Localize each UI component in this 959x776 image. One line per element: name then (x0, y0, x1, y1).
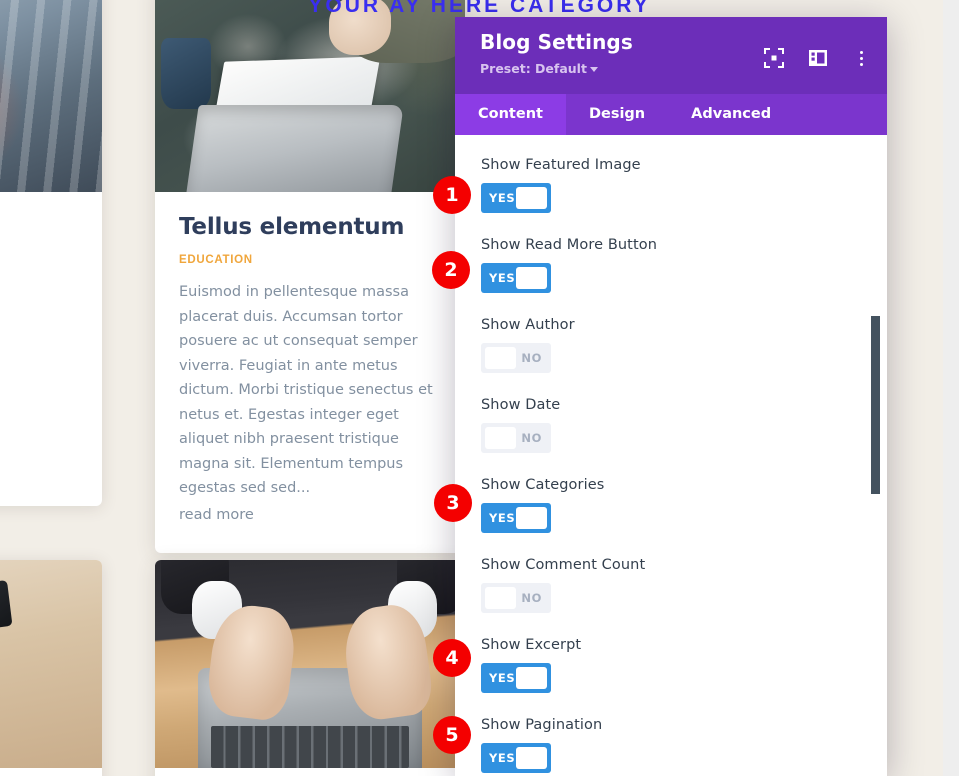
post-card-body: Tellus elementum EDUCATION Euismod in pe… (155, 192, 465, 553)
toggle-knob (516, 667, 547, 689)
field-show-comment-count: Show Comment Count NO (455, 557, 887, 613)
post-excerpt-line: dui id. Sem (0, 338, 84, 362)
toggle-value: YES (489, 271, 516, 285)
toggle-show-excerpt[interactable]: YES (481, 663, 551, 693)
blog-post-card-main-2[interactable] (155, 560, 465, 776)
annotation-badge-5: 5 (433, 716, 471, 754)
focus-icon[interactable] (763, 47, 785, 69)
field-label: Show Read More Button (481, 237, 658, 253)
post-title[interactable]: Tellus elementum (179, 214, 441, 240)
field-show-categories: Show Categories YES (455, 477, 887, 533)
toggle-knob (485, 347, 516, 369)
toggle-value: YES (489, 511, 516, 525)
field-show-pagination: Show Pagination YES (455, 717, 887, 773)
blog-post-card-main[interactable]: Tellus elementum EDUCATION Euismod in pe… (155, 0, 465, 553)
post-excerpt-line: a aliquet. (0, 290, 84, 314)
post-read-more-link[interactable]: read more (179, 503, 441, 528)
modal-tabs: Content Design Advanced (455, 94, 887, 135)
field-show-date: Show Date NO (455, 397, 887, 453)
blog-post-card-left-top[interactable]: ectetur mpor gna aliqua. a aliquet. ucib… (0, 0, 102, 506)
annotation-badge-2: 2 (432, 251, 470, 289)
toggle-show-categories[interactable]: YES (481, 503, 551, 533)
post-thumbnail[interactable] (0, 560, 102, 768)
field-label: Show Date (481, 397, 561, 413)
field-label: Show Categories (481, 477, 605, 493)
tab-design[interactable]: Design (566, 94, 668, 135)
toggle-knob (516, 267, 547, 289)
post-thumbnail[interactable] (155, 0, 465, 192)
chevron-down-icon (589, 67, 598, 72)
toggle-show-read-more-button[interactable]: YES (481, 263, 551, 293)
toggle-knob (485, 587, 516, 609)
post-excerpt-line: ucibus nisl. (0, 314, 84, 338)
writing-desk-photo (155, 0, 465, 192)
field-label: Show Pagination (481, 717, 603, 733)
blog-post-card-left-bottom[interactable] (0, 560, 102, 776)
toggle-value: YES (489, 191, 516, 205)
toggle-value: NO (521, 351, 542, 365)
toggle-knob (516, 507, 547, 529)
toggle-value: YES (489, 671, 516, 685)
layout-panel-icon[interactable] (807, 47, 829, 69)
annotation-badge-1: 1 (433, 176, 471, 214)
post-thumbnail[interactable] (0, 0, 102, 192)
modal-header: Blog Settings Preset: Default (455, 17, 887, 94)
tab-advanced[interactable]: Advanced (668, 94, 794, 135)
page-scrollbar[interactable] (943, 0, 959, 776)
field-show-featured-image: Show Featured Image YES (455, 157, 887, 213)
post-category[interactable]: EDUCATION (179, 254, 441, 266)
field-label: Show Author (481, 317, 575, 333)
laptop-phone-photo (0, 560, 102, 768)
post-excerpt-line: mpor (0, 242, 84, 266)
toggle-value: YES (489, 751, 516, 765)
field-label: Show Comment Count (481, 557, 646, 573)
kebab-menu-icon[interactable] (851, 47, 871, 69)
post-excerpt-line: ectetur (0, 218, 84, 242)
field-label: Show Excerpt (481, 637, 582, 653)
post-excerpt-line: gna aliqua. (0, 266, 84, 290)
toggle-value: NO (521, 591, 542, 605)
toggle-knob (516, 187, 547, 209)
field-show-excerpt: Show Excerpt YES (455, 637, 887, 693)
field-show-read-more-button: Show Read More Button YES (455, 237, 887, 293)
modal-body: Show Featured Image YES Show Read More B… (455, 135, 887, 776)
post-thumbnail[interactable] (155, 560, 465, 768)
post-excerpt: Euismod in pellentesque massa placerat d… (179, 284, 433, 496)
screenshot-root: YOUR AY HERE CATEGORY ectetur mpor gna a… (0, 0, 959, 776)
annotation-badge-3: 3 (434, 484, 472, 522)
field-show-author: Show Author NO (455, 317, 887, 373)
annotation-badge-4: 4 (433, 639, 471, 677)
toggle-knob (485, 427, 516, 449)
blog-settings-modal: Blog Settings Preset: Default Content De… (455, 17, 887, 776)
modal-scrollbar-thumb[interactable] (871, 316, 880, 494)
toggle-value: NO (521, 431, 542, 445)
preset-label: Preset: Default (480, 61, 587, 76)
typing-hands-photo (155, 560, 465, 768)
toggle-show-featured-image[interactable]: YES (481, 183, 551, 213)
field-label: Show Featured Image (481, 157, 641, 173)
toggle-show-pagination[interactable]: YES (481, 743, 551, 773)
toggle-show-date[interactable]: NO (481, 423, 551, 453)
office-photo (0, 0, 102, 192)
toggle-knob (516, 747, 547, 769)
toggle-show-comment-count[interactable]: NO (481, 583, 551, 613)
post-card-body: ectetur mpor gna aliqua. a aliquet. ucib… (0, 192, 102, 378)
modal-header-icons (763, 47, 871, 69)
tab-content[interactable]: Content (455, 94, 566, 135)
toggle-show-author[interactable]: NO (481, 343, 551, 373)
